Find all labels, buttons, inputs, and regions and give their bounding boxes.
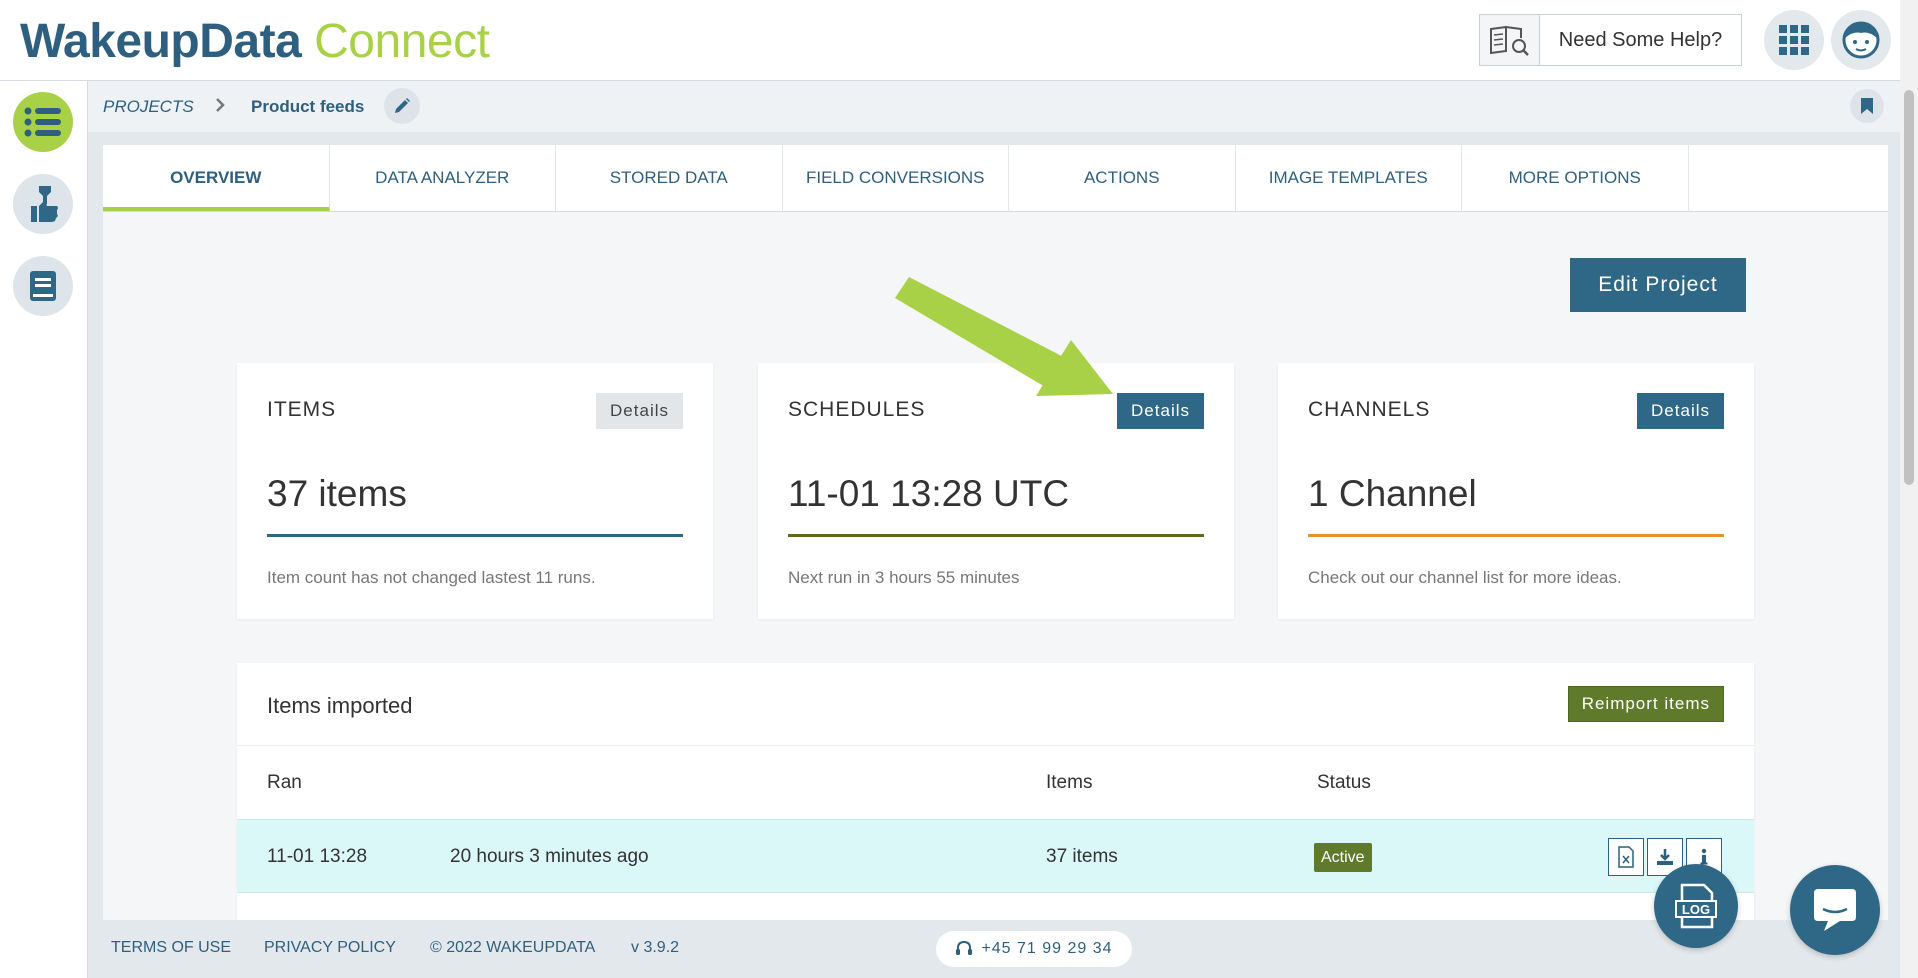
card-divider — [788, 534, 1204, 537]
card-title: SCHEDULES — [788, 398, 926, 421]
chat-bubble-icon — [1814, 889, 1856, 931]
logo-wakeupdata: WakeupData — [20, 15, 302, 68]
download-icon — [1657, 849, 1673, 865]
apps-grid-button[interactable] — [1764, 10, 1824, 70]
channels-details-button[interactable]: Details — [1637, 393, 1724, 429]
avatar-icon — [1842, 21, 1880, 59]
log-icon: LOG — [1675, 883, 1717, 929]
privacy-policy-link[interactable]: PRIVACY POLICY — [264, 939, 396, 957]
chat-button[interactable] — [1790, 865, 1880, 955]
export-excel-button[interactable] — [1608, 838, 1644, 876]
scrollbar-thumb[interactable] — [1904, 90, 1914, 485]
card-title: CHANNELS — [1308, 398, 1431, 421]
breadcrumb-current: Product feeds — [251, 97, 365, 116]
copyright-text: © 2022 WAKEUPDATA — [430, 939, 596, 956]
help-button[interactable]: Need Some Help? — [1479, 14, 1742, 66]
main-panel: OVERVIEW DATA ANALYZER STORED DATA FIELD… — [103, 145, 1888, 920]
card-title: ITEMS — [267, 398, 337, 421]
headset-icon — [956, 940, 973, 955]
breadcrumb-projects-link[interactable]: PROJECTS — [103, 97, 194, 117]
excel-file-icon — [1618, 846, 1634, 868]
tab-actions[interactable]: ACTIONS — [1009, 145, 1236, 211]
table-header: Ran Items Status — [237, 745, 1754, 819]
items-imported-section: Items imported Reimport items Ran Items … — [237, 663, 1754, 920]
card-value: 11-01 13:28 UTC — [788, 473, 1070, 514]
log-button[interactable]: LOG — [1654, 864, 1738, 948]
row-items: 37 items — [1046, 846, 1118, 867]
bookmark-button[interactable] — [1850, 89, 1884, 123]
schedules-details-button[interactable]: Details — [1117, 393, 1204, 429]
tab-data-analyzer[interactable]: DATA ANALYZER — [330, 145, 556, 211]
items-card: ITEMS Details 37 items Item count has no… — [237, 363, 713, 619]
footer: TERMS OF USE PRIVACY POLICY © 2022 WAKEU… — [88, 920, 1900, 978]
edit-project-button[interactable]: Edit Project — [1570, 258, 1746, 312]
wrench-thumbs-up-icon — [31, 186, 58, 222]
card-value: 1 Channel — [1308, 473, 1477, 514]
logo-connect: Connect — [314, 15, 490, 68]
phone-number: +45 71 99 29 34 — [981, 940, 1113, 957]
version-text: v 3.9.2 — [631, 939, 680, 956]
user-avatar-button[interactable] — [1831, 10, 1891, 70]
book-icon — [30, 271, 56, 301]
card-divider — [267, 534, 683, 537]
list-icon — [24, 107, 61, 137]
nav-projects-list[interactable] — [13, 92, 73, 152]
tab-image-templates[interactable]: IMAGE TEMPLATES — [1236, 145, 1462, 211]
channels-card: CHANNELS Details 1 Channel Check out our… — [1278, 363, 1754, 619]
items-details-button[interactable]: Details — [596, 393, 683, 429]
breadcrumb: PROJECTS Product feeds — [88, 81, 1900, 132]
tab-more-options[interactable]: MORE OPTIONS — [1462, 145, 1689, 211]
app-logo[interactable]: WakeupData Connect — [20, 14, 490, 69]
row-date: 11-01 13:28 — [267, 846, 368, 867]
schedules-card: SCHEDULES Details 11-01 13:28 UTC Next r… — [758, 363, 1234, 619]
top-header: WakeupData Connect Need Some Help? — [0, 0, 1900, 81]
support-phone[interactable]: +45 71 99 29 34 — [936, 931, 1132, 967]
tab-overview[interactable]: OVERVIEW — [103, 145, 330, 211]
reimport-items-button[interactable]: Reimport items — [1567, 686, 1724, 722]
column-ran: Ran — [267, 772, 302, 793]
column-status: Status — [1317, 772, 1371, 793]
page-scrollbar[interactable] — [1900, 0, 1918, 978]
row-ago: 20 hours 3 minutes ago — [450, 846, 649, 867]
pencil-icon — [395, 98, 410, 113]
card-description: Next run in 3 hours 55 minutes — [788, 568, 1020, 587]
manual-search-icon — [1480, 15, 1540, 65]
project-tabs: OVERVIEW DATA ANALYZER STORED DATA FIELD… — [103, 145, 1888, 212]
status-badge: Active — [1314, 843, 1372, 872]
edit-name-button[interactable] — [384, 88, 420, 124]
card-description: Item count has not changed lastest 11 ru… — [267, 568, 596, 587]
bookmark-icon — [1861, 98, 1873, 114]
section-title: Items imported — [267, 693, 413, 718]
nav-documentation[interactable] — [13, 256, 73, 316]
tab-stored-data[interactable]: STORED DATA — [556, 145, 783, 211]
column-items: Items — [1046, 772, 1093, 793]
terms-of-use-link[interactable]: TERMS OF USE — [111, 939, 231, 957]
tab-field-conversions[interactable]: FIELD CONVERSIONS — [783, 145, 1009, 211]
table-row[interactable]: 11-01 13:28 20 hours 3 minutes ago 37 it… — [237, 819, 1754, 893]
log-label: LOG — [1682, 902, 1710, 917]
chevron-right-icon — [214, 96, 226, 119]
nav-tools[interactable] — [13, 174, 73, 234]
card-divider — [1308, 534, 1724, 537]
card-value: 37 items — [267, 473, 407, 514]
left-nav — [0, 81, 88, 978]
help-label: Need Some Help? — [1558, 28, 1723, 51]
card-description: Check out our channel list for more idea… — [1308, 568, 1622, 587]
grid-icon — [1779, 25, 1809, 55]
